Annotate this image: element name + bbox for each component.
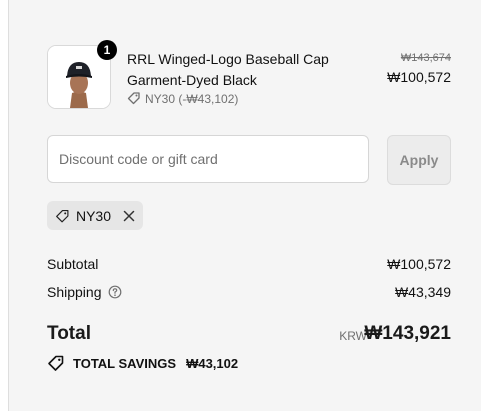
remove-discount-button[interactable] [123,210,135,222]
subtotal-value: ₩100,572 [387,256,451,272]
subtotal-label: Subtotal [47,256,99,272]
close-icon [123,210,135,221]
total-currency: KRW [339,329,367,343]
shipping-row: Shipping ₩43,349 [47,284,451,304]
savings-label: TOTAL SAVINGS [73,355,177,371]
item-discount-line: NY30 (-₩43,102) [127,91,238,107]
discount-code-input[interactable] [47,135,369,183]
item-discount-text: NY30 (-₩43,102) [145,92,239,106]
total-row: Total KRW ₩143,921 [47,320,451,348]
compare-at-price: ₩143,674 [400,52,451,64]
order-summary-panel: 1 RRL Winged-Logo Baseball Cap Garment-D… [8,0,481,411]
tag-icon [127,92,140,105]
total-savings: TOTAL SAVINGS ₩43,102 [47,354,238,372]
shipping-label: Shipping [47,284,102,300]
savings-value: ₩43,102 [186,355,239,371]
apply-button[interactable]: Apply [387,135,451,185]
shipping-label-group: Shipping [47,284,122,300]
applied-discount-code: NY30 [75,207,111,224]
help-icon[interactable] [108,285,122,299]
shipping-value: ₩43,349 [394,284,451,300]
line-item: 1 RRL Winged-Logo Baseball Cap Garment-D… [47,40,451,109]
tag-icon [56,209,69,222]
total-amount: ₩143,921 [364,323,451,344]
discount-form: Apply [47,135,451,185]
tag-icon [48,355,64,371]
total-label: Total [47,323,91,344]
product-variant: Garment-Dyed Black [127,72,257,88]
applied-discount-chip: NY30 [47,201,143,230]
subtotal-row: Subtotal ₩100,572 [47,256,451,276]
product-title: RRL Winged-Logo Baseball Cap [127,51,329,67]
item-price: ₩100,572 [387,69,451,85]
quantity-badge: 1 [97,40,117,60]
